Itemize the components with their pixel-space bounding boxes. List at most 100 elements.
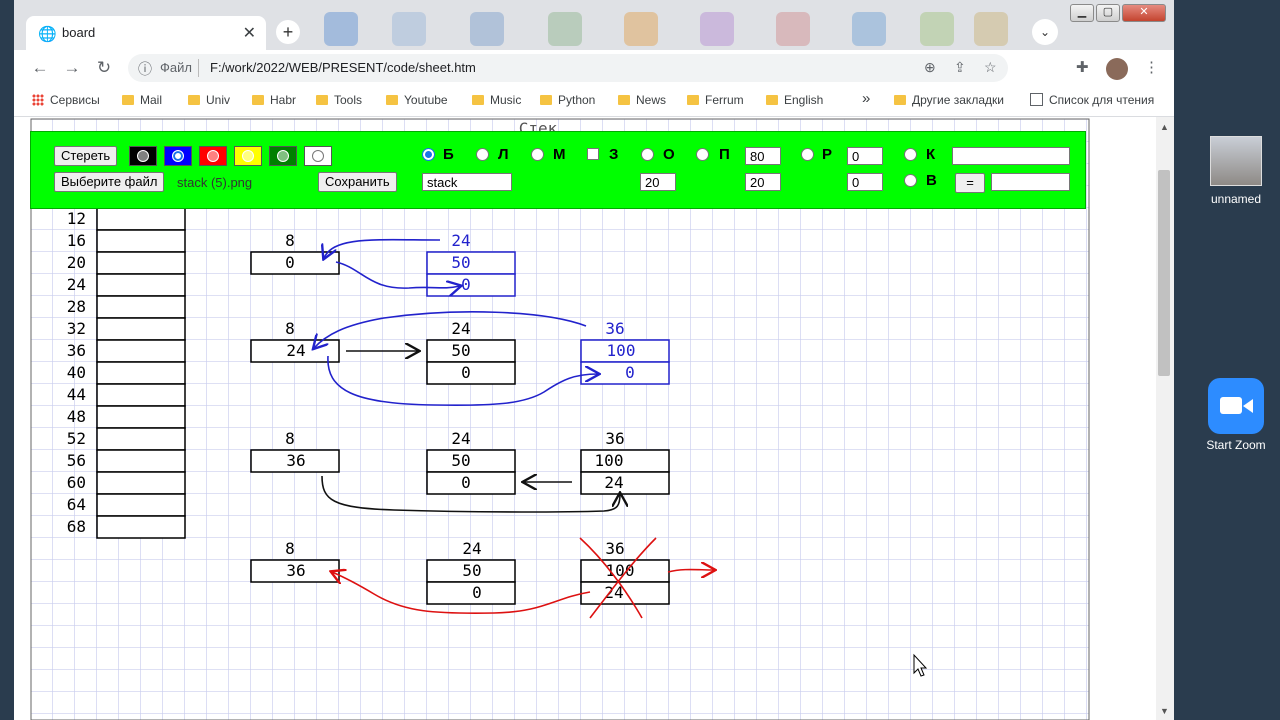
desktop-icon-start-zoom[interactable]: Start Zoom [1196, 378, 1276, 452]
color-swatch[interactable] [234, 146, 262, 166]
cell-value: 50 [451, 253, 470, 272]
memory-cell [96, 515, 186, 539]
memory-column: 12 16 20 24 28 32 36 40 44 48 52 56 60 64 68 [67, 207, 186, 539]
p-height-field[interactable]: 20 [745, 173, 781, 191]
scroll-down-icon[interactable]: ▼ [1160, 706, 1169, 716]
name-field[interactable]: stack [422, 173, 512, 191]
user-photo-icon [1210, 136, 1262, 186]
memory-cell [96, 493, 186, 517]
tool-radio-r[interactable] [801, 148, 814, 161]
cell-box [426, 449, 516, 473]
tool-radio-oval[interactable] [641, 148, 654, 161]
tool-label: Л [498, 146, 509, 163]
address-label: 8 [285, 231, 295, 250]
memory-address-label: 24 [67, 275, 86, 294]
swatch-indicator [172, 150, 184, 162]
drawing-control-panel: Стереть Выберите файл stack (5).png Сохр… [30, 131, 1086, 209]
tool-radio-m[interactable] [531, 148, 544, 161]
browser-window: 🌐 board ✕ + ⌄ ▁ ▢ ✕ ← → ↻ ⓘ Файл F:/work… [14, 0, 1174, 720]
color-swatch[interactable] [269, 146, 297, 166]
tool-radio-brush[interactable] [422, 148, 435, 161]
memory-address-label: 36 [67, 341, 86, 360]
tool-label: К [926, 146, 936, 163]
address-label: 36 [605, 429, 624, 448]
memory-cell [96, 405, 186, 429]
address-label: 36 [605, 539, 624, 558]
memory-cell [96, 251, 186, 275]
memory-cell [96, 229, 186, 253]
cell-value: 24 [604, 473, 623, 492]
memory-address-label: 68 [67, 517, 86, 536]
erase-button[interactable]: Стереть [54, 146, 118, 166]
address-label: 8 [285, 539, 295, 558]
cell-box [426, 581, 516, 605]
tool-radio-k[interactable] [904, 148, 917, 161]
address-label: 24 [462, 539, 481, 558]
color-swatch[interactable] [304, 146, 332, 166]
k-text-field[interactable] [952, 147, 1070, 165]
tool-label: Б [443, 146, 454, 163]
cell-value: 0 [472, 583, 482, 602]
memory-address-label: 52 [67, 429, 86, 448]
memory-cell [96, 317, 186, 341]
r-top-field[interactable]: 0 [847, 147, 883, 165]
choose-file-button[interactable]: Выберите файл [54, 172, 165, 192]
memory-cell [96, 339, 186, 363]
memory-cell [96, 295, 186, 319]
address-label: 24 [451, 231, 470, 250]
memory-address-label: 12 [67, 209, 86, 228]
memory-address-label: 32 [67, 319, 86, 338]
cell-value: 0 [285, 253, 295, 272]
drawing-sheet[interactable]: Стек 121620242832364044485256606468 8 0 … [14, 0, 1174, 720]
swatch-indicator [312, 150, 324, 162]
cell-value: 0 [461, 363, 471, 382]
cell-value: 36 [286, 451, 305, 470]
cell-value: 100 [607, 341, 636, 360]
color-swatch[interactable] [164, 146, 192, 166]
scroll-up-icon[interactable]: ▲ [1160, 122, 1169, 132]
desktop-icon-unnamed[interactable]: unnamed [1196, 136, 1276, 206]
memory-address-label: 60 [67, 473, 86, 492]
memory-cell [96, 427, 186, 451]
tool-radio-v[interactable] [904, 174, 917, 187]
cell-value: 0 [461, 275, 471, 294]
r-bottom-field[interactable]: 0 [847, 173, 883, 191]
memory-address-label: 28 [67, 297, 86, 316]
memory-address-label: 56 [67, 451, 86, 470]
equals-button[interactable]: = [955, 173, 985, 193]
cell-value: 36 [286, 561, 305, 580]
swatch-indicator [277, 150, 289, 162]
scrollbar-thumb[interactable] [1158, 170, 1170, 376]
desktop-icon-label: unnamed [1210, 192, 1262, 206]
cell-box [426, 361, 516, 385]
file-name: stack (5).png [177, 175, 253, 190]
memory-cell [96, 361, 186, 385]
tool-label: Р [822, 146, 833, 163]
memory-address-label: 64 [67, 495, 86, 514]
cell-value: 50 [462, 561, 481, 580]
memory-cell [96, 207, 186, 231]
memory-address-label: 20 [67, 253, 86, 272]
tool-radio-rect[interactable] [696, 148, 709, 161]
v-text-field[interactable] [991, 173, 1070, 191]
cell-value: 50 [451, 341, 470, 360]
tool-label: З [609, 146, 619, 163]
cell-value: 50 [451, 451, 470, 470]
fill-checkbox[interactable] [587, 148, 599, 160]
save-button[interactable]: Сохранить [318, 172, 397, 192]
o-size-field[interactable]: 20 [640, 173, 676, 191]
memory-address-label: 16 [67, 231, 86, 250]
address-label: 24 [451, 319, 470, 338]
color-swatch[interactable] [129, 146, 157, 166]
p-width-field[interactable]: 80 [745, 147, 781, 165]
tool-radio-line[interactable] [476, 148, 489, 161]
tool-label: О [663, 146, 675, 163]
cell-box [580, 581, 670, 605]
cell-value: 24 [286, 341, 305, 360]
address-label: 24 [451, 429, 470, 448]
color-swatch[interactable] [199, 146, 227, 166]
memory-cell [96, 471, 186, 495]
cell-box [426, 339, 516, 363]
memory-address-label: 48 [67, 407, 86, 426]
memory-cell [96, 273, 186, 297]
